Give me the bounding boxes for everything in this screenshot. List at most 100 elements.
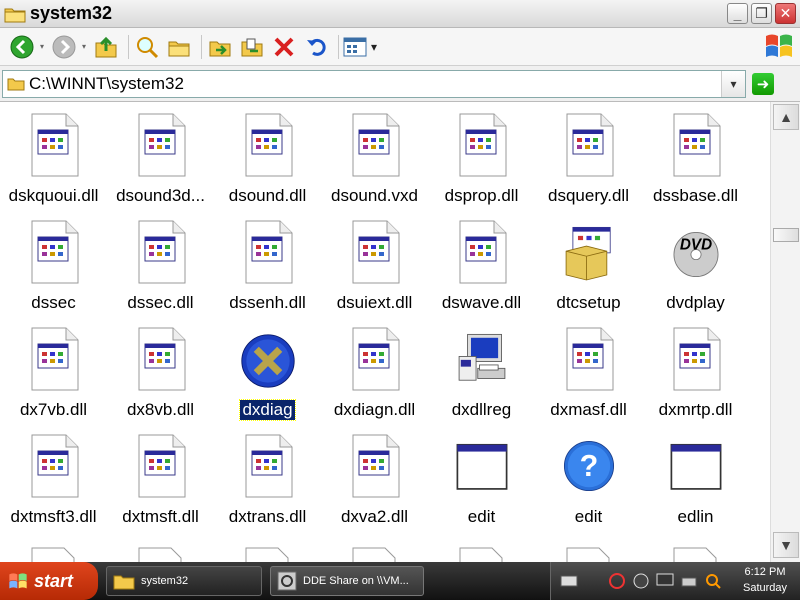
- folders-icon: [168, 41, 190, 56]
- dll-icon: [133, 326, 189, 392]
- file-name: dtcsetup: [556, 293, 621, 312]
- keyboard-icon[interactable]: [559, 571, 579, 591]
- taskbar: start system32 DDE Share on \\VM... 6:12…: [0, 562, 800, 600]
- file-name: dxtmsft.dll: [122, 507, 199, 526]
- file-item[interactable]: dssbase.dll: [642, 112, 749, 219]
- clock-tray-icon[interactable]: [631, 571, 651, 591]
- file-item[interactable]: dtcsetup: [535, 219, 642, 326]
- dde-share-icon: [277, 571, 297, 591]
- copy-to-button[interactable]: [238, 33, 266, 61]
- up-folder-button[interactable]: [92, 33, 120, 61]
- file-item[interactable]: dxva2.dll: [321, 433, 428, 540]
- svg-text:DVD: DVD: [679, 236, 711, 253]
- go-button[interactable]: ➜: [752, 72, 774, 95]
- file-item[interactable]: dswave.dll: [428, 219, 535, 326]
- back-arrow-icon: [10, 35, 34, 58]
- file-item[interactable]: dsuiext.dll: [321, 219, 428, 326]
- dll-icon: [454, 219, 510, 285]
- file-name: dssenh.dll: [229, 293, 306, 312]
- folder-icon: [7, 77, 25, 91]
- file-item[interactable]: edit: [428, 433, 535, 540]
- scroll-down-button[interactable]: ▼: [773, 532, 799, 558]
- file-item[interactable]: dssec: [0, 219, 107, 326]
- search-icon: [137, 36, 159, 58]
- minimize-button[interactable]: _: [727, 3, 748, 24]
- address-path: C:\WINNT\system32: [29, 73, 184, 93]
- file-item[interactable]: dskquoui.dll: [0, 112, 107, 219]
- file-name: dssec.dll: [127, 293, 194, 312]
- file-item[interactable]: edlin: [642, 433, 749, 540]
- search-tray-icon[interactable]: [703, 571, 723, 591]
- file-name: dxva2.dll: [340, 507, 409, 526]
- address-dropdown-button[interactable]: ▾: [721, 70, 745, 97]
- delete-button[interactable]: [270, 33, 298, 61]
- start-button[interactable]: start: [0, 562, 98, 600]
- monitor-icon[interactable]: [655, 571, 675, 591]
- partial-row: [0, 540, 749, 562]
- file-name: edit: [574, 507, 603, 526]
- task-label: DDE Share on \\VM...: [303, 575, 409, 587]
- move-to-button[interactable]: [206, 33, 234, 61]
- file-name: dsprop.dll: [444, 186, 519, 205]
- file-name: dxmasf.dll: [550, 400, 627, 419]
- maximize-button[interactable]: ❐: [751, 3, 772, 24]
- file-item[interactable]: ? edit: [535, 433, 642, 540]
- file-item[interactable]: dx8vb.dll: [107, 326, 214, 433]
- folders-button[interactable]: [165, 33, 193, 61]
- setup-box-icon: [561, 219, 617, 285]
- views-button[interactable]: [343, 33, 367, 61]
- undo-icon: [307, 38, 326, 56]
- file-item[interactable]: dxtrans.dll: [214, 433, 321, 540]
- file-name: dssec: [31, 293, 76, 312]
- file-item[interactable]: dxtmsft3.dll: [0, 433, 107, 540]
- clock[interactable]: 6:12 PM Saturday: [736, 564, 794, 596]
- file-item[interactable]: dsprop.dll: [428, 112, 535, 219]
- file-item[interactable]: dsound.dll: [214, 112, 321, 219]
- file-item[interactable]: dxdiagn.dll: [321, 326, 428, 433]
- file-item[interactable]: dsquery.dll: [535, 112, 642, 219]
- close-button[interactable]: ✕: [775, 3, 796, 24]
- vertical-scrollbar[interactable]: ▲ ▼: [770, 102, 800, 562]
- system-tray: 6:12 PM Saturday: [550, 562, 800, 600]
- file-item[interactable]: dx7vb.dll: [0, 326, 107, 433]
- back-button[interactable]: [8, 33, 36, 61]
- partial-file-icon: [428, 540, 535, 562]
- file-item[interactable]: dssenh.dll: [214, 219, 321, 326]
- file-item[interactable]: dxmasf.dll: [535, 326, 642, 433]
- partial-file-icon: [321, 540, 428, 562]
- file-item[interactable]: dxtmsft.dll: [107, 433, 214, 540]
- file-name: dsound.vxd: [331, 186, 418, 205]
- file-item[interactable]: dxmrtp.dll: [642, 326, 749, 433]
- file-name: dvdplay: [666, 293, 725, 312]
- address-field[interactable]: C:\WINNT\system32 ▾: [2, 69, 746, 98]
- file-item[interactable]: dsound.vxd: [321, 112, 428, 219]
- views-dropdown[interactable]: ▾: [371, 40, 377, 54]
- dll-icon: [240, 219, 296, 285]
- back-dropdown[interactable]: ▾: [40, 42, 44, 51]
- file-item[interactable]: dxdiag: [214, 326, 321, 433]
- search-button[interactable]: [133, 33, 161, 61]
- file-item[interactable]: dxdllreg: [428, 326, 535, 433]
- file-item[interactable]: dsound3d...: [107, 112, 214, 219]
- dll-icon: [561, 112, 617, 178]
- task-button-system32[interactable]: system32: [106, 566, 262, 596]
- scroll-thumb[interactable]: [773, 228, 799, 242]
- svg-text:?: ?: [579, 449, 598, 483]
- folder-icon: [4, 5, 26, 23]
- forward-button[interactable]: [50, 33, 78, 61]
- file-item[interactable]: DVD dvdplay: [642, 219, 749, 326]
- file-name: dskquoui.dll: [8, 186, 99, 205]
- file-name: dswave.dll: [441, 293, 522, 312]
- undo-button[interactable]: [302, 33, 330, 61]
- windows-logo-icon: [764, 31, 794, 61]
- printer-icon[interactable]: [679, 571, 699, 591]
- clock-day: Saturday: [742, 582, 788, 594]
- forward-dropdown[interactable]: ▾: [82, 42, 86, 51]
- file-item[interactable]: dssec.dll: [107, 219, 214, 326]
- network-icon[interactable]: [607, 571, 627, 591]
- task-button-dde-share[interactable]: DDE Share on \\VM...: [270, 566, 424, 596]
- up-folder-icon: [95, 36, 117, 57]
- scroll-up-button[interactable]: ▲: [773, 104, 799, 130]
- windows-logo-icon: [9, 573, 27, 589]
- dll-icon: [26, 219, 82, 285]
